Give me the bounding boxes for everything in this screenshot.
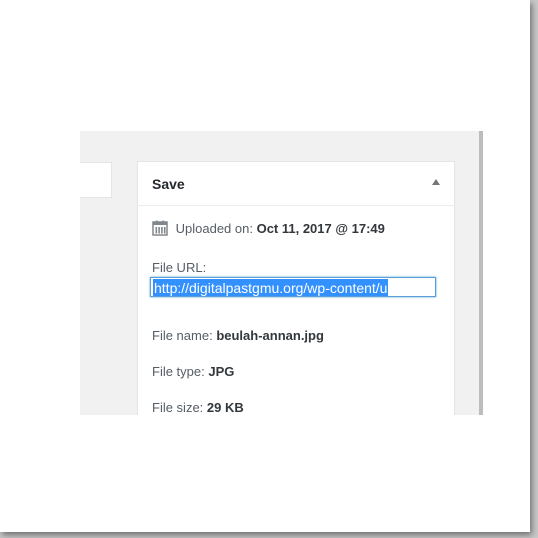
file-size-label: File size: xyxy=(152,400,207,415)
scrollbar[interactable] xyxy=(479,131,483,415)
metabox-header[interactable]: Save xyxy=(138,162,454,206)
admin-content-area: Save Uploaded on: Oct 11, 2017 @ 17:49 F… xyxy=(80,131,483,415)
file-name-label: File name: xyxy=(152,328,217,343)
file-size-row: File size: 29 KB xyxy=(152,400,244,415)
file-url-selected-text: http://digitalpastgmu.org/wp-content/u xyxy=(153,279,389,296)
file-type-value: JPG xyxy=(208,364,235,379)
screenshot-frame: Save Uploaded on: Oct 11, 2017 @ 17:49 F… xyxy=(0,0,530,532)
file-url-field[interactable]: http://digitalpastgmu.org/wp-content/u xyxy=(150,277,436,297)
file-size-value: 29 KB xyxy=(206,400,244,415)
file-type-label: File type: xyxy=(152,364,209,379)
calendar-icon xyxy=(152,220,168,239)
left-panel-edge xyxy=(80,162,112,198)
save-metabox: Save Uploaded on: Oct 11, 2017 @ 17:49 F… xyxy=(137,161,455,415)
uploaded-label: Uploaded on: xyxy=(175,221,257,236)
arrow-up-icon[interactable] xyxy=(432,179,440,185)
file-name-value: beulah-annan.jpg xyxy=(216,328,324,343)
file-name-row: File name: beulah-annan.jpg xyxy=(152,328,324,343)
file-url-label: File URL: xyxy=(152,260,207,275)
metabox-title: Save xyxy=(152,176,185,192)
uploaded-on-row: Uploaded on: Oct 11, 2017 @ 17:49 xyxy=(152,220,385,239)
file-type-row: File type: JPG xyxy=(152,364,234,379)
uploaded-value: Oct 11, 2017 @ 17:49 xyxy=(256,221,385,236)
